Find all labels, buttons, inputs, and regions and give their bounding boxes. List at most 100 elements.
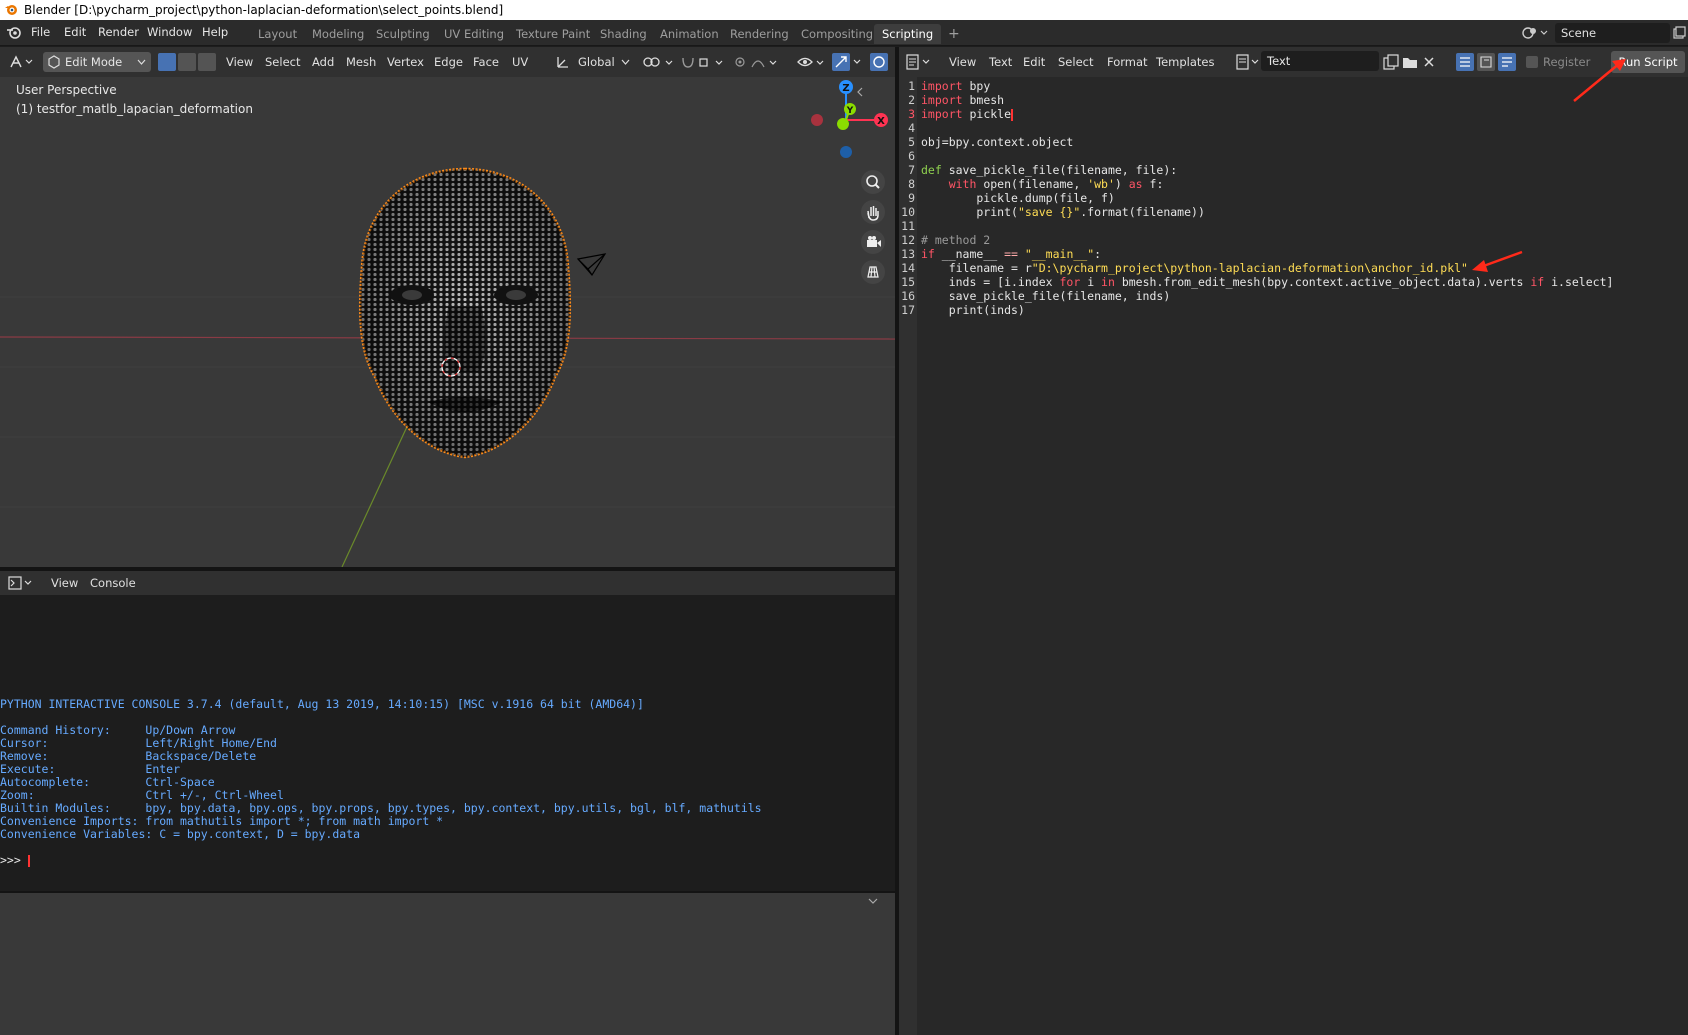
editor-type-icon[interactable]	[8, 54, 36, 70]
new-scene-icon[interactable]	[1673, 26, 1686, 39]
mode-dropdown[interactable]: Edit Mode	[43, 52, 151, 72]
viewport-menu-mesh[interactable]: Mesh	[342, 52, 380, 72]
pan-hand-icon[interactable]	[860, 199, 886, 225]
tab-animation[interactable]: Animation	[652, 24, 727, 44]
code-line-1: import bpy	[921, 79, 991, 93]
menu-help[interactable]: Help	[202, 25, 228, 39]
menu-edit[interactable]: Edit	[64, 25, 86, 39]
gizmo-toggle-icon[interactable]	[832, 53, 866, 71]
close-icon[interactable]	[1422, 55, 1436, 69]
chevron-down-icon	[137, 59, 146, 65]
console-editor-type-icon[interactable]	[8, 576, 34, 590]
viewport-menu-add[interactable]: Add	[308, 52, 338, 72]
empty-editor-area[interactable]	[0, 893, 895, 1035]
tab-rendering[interactable]: Rendering	[722, 24, 797, 44]
editor-menu-view[interactable]: View	[945, 52, 980, 72]
zoom-icon[interactable]	[860, 169, 886, 195]
orientation-dropdown[interactable]: Global	[574, 52, 619, 72]
scene-name-field[interactable]: Scene	[1555, 23, 1670, 43]
blender-logo-icon	[5, 5, 17, 15]
visibility-icon[interactable]	[797, 55, 827, 69]
register-checkbox[interactable]	[1526, 56, 1538, 68]
editor-menu-text[interactable]: Text	[985, 52, 1016, 72]
tab-shading[interactable]: Shading	[592, 24, 655, 44]
gizmo-z-label: Z	[842, 83, 849, 94]
console-line: Convenience Variables: C = bpy.context, …	[0, 827, 361, 841]
menu-window[interactable]: Window	[147, 25, 192, 39]
snap-icon[interactable]	[680, 55, 728, 69]
gizmo-y-label: Y	[846, 106, 854, 116]
text-editor[interactable]: View Text Edit Select Format Templates R…	[899, 47, 1688, 1035]
menu-render[interactable]: Render	[98, 25, 139, 39]
pivot-point-icon[interactable]	[642, 55, 676, 69]
text-name-field[interactable]: Text	[1261, 51, 1379, 71]
window-titlebar: Blender [D:\pycharm_project\python-lapla…	[0, 0, 1688, 20]
console-prompt[interactable]: >>>	[0, 853, 30, 867]
code-line-5: obj=bpy.context.object	[921, 135, 1074, 149]
editor-menu-select[interactable]: Select	[1054, 52, 1097, 72]
code-line-8: with open(filename, 'wb') as f:	[948, 177, 1164, 191]
open-folder-icon[interactable]	[1402, 54, 1418, 70]
3d-viewport[interactable]: Edit Mode View Select Add Mesh Vertex Ed…	[0, 47, 895, 567]
viewport-menu-edge[interactable]: Edge	[430, 52, 467, 72]
tab-layout[interactable]: Layout	[250, 24, 305, 44]
top-bar: File Edit Render Window Help Layout Mode…	[0, 20, 1688, 46]
chevron-down-icon[interactable]	[621, 58, 630, 66]
face-select-button[interactable]	[198, 53, 216, 71]
chevron-down-icon[interactable]	[868, 897, 878, 905]
mode-label: Edit Mode	[65, 55, 123, 69]
code-line-14: filename = r"D:\pycharm_project\python-l…	[921, 261, 1468, 275]
camera-view-icon[interactable]	[860, 229, 886, 255]
view-toggle-icons[interactable]	[1456, 53, 1518, 71]
console-banner: PYTHON INTERACTIVE CONSOLE 3.7.4 (defaul…	[0, 697, 644, 711]
overlay-toggle-icon[interactable]	[870, 53, 888, 71]
code-line-7: def save_pickle_file(filename, file):	[921, 163, 1178, 177]
viewport-menu-view[interactable]: View	[222, 52, 257, 72]
viewport-menu-uv[interactable]: UV	[508, 52, 532, 72]
text-editor-type-icon[interactable]	[905, 54, 933, 70]
viewport-menu-face[interactable]: Face	[469, 52, 503, 72]
editor-menu-edit[interactable]: Edit	[1019, 52, 1049, 72]
console-line: Remove: Backspace/Delete	[0, 749, 257, 763]
proportional-editing-icon[interactable]	[734, 55, 782, 69]
console-line: Convenience Imports: from mathutils impo…	[0, 814, 444, 828]
code-line-10: print("save {}".format(filename))	[921, 205, 1205, 219]
viewport-header: Edit Mode View Select Add Mesh Vertex Ed…	[0, 47, 895, 77]
code-line-16: save_pickle_file(filename, inds)	[921, 289, 1171, 303]
console-menu-view[interactable]: View	[47, 573, 82, 593]
menu-file[interactable]: File	[31, 25, 50, 39]
scene-selector-icon[interactable]	[1522, 25, 1550, 41]
code-line-9: pickle.dump(file, f)	[921, 191, 1115, 205]
code-area[interactable]: import bpy import bmesh import pickle ob…	[899, 77, 1688, 337]
text-cursor	[1011, 108, 1014, 121]
editor-menu-templates[interactable]: Templates	[1152, 52, 1218, 72]
new-text-icon[interactable]	[1383, 54, 1399, 70]
tab-texture-paint[interactable]: Texture Paint	[508, 24, 598, 44]
tab-sculpting[interactable]: Sculpting	[368, 24, 438, 44]
vertex-select-button[interactable]	[158, 53, 176, 71]
python-console[interactable]: View Console PYTHON INTERACTIVE CONSOLE …	[0, 571, 895, 891]
blender-menu-icon[interactable]	[6, 26, 22, 40]
tab-compositing[interactable]: Compositing	[793, 24, 881, 44]
orthographic-grid-icon[interactable]	[860, 259, 886, 285]
text-datablock-icon[interactable]	[1235, 54, 1261, 70]
prompt-label: >>>	[0, 853, 28, 867]
gizmo-x-label: X	[877, 116, 885, 127]
editor-menu-format[interactable]: Format	[1103, 52, 1152, 72]
console-menu-console[interactable]: Console	[86, 573, 140, 593]
console-line: Execute: Enter	[0, 762, 181, 776]
viewport-menu-select[interactable]: Select	[261, 52, 304, 72]
face-mesh	[358, 167, 572, 459]
tab-uv-editing[interactable]: UV Editing	[436, 24, 512, 44]
edge-select-button[interactable]	[178, 53, 196, 71]
add-workspace-button[interactable]: +	[940, 24, 968, 44]
console-line: Builtin Modules: bpy, bpy.data, bpy.ops,…	[0, 801, 762, 815]
tab-scripting[interactable]: Scripting	[874, 24, 942, 44]
viewport-menu-vertex[interactable]: Vertex	[383, 52, 428, 72]
tab-modeling[interactable]: Modeling	[304, 24, 372, 44]
annotation-arrow-icon	[1472, 250, 1523, 272]
console-header: View Console	[0, 571, 895, 595]
window-title: Blender [D:\pycharm_project\python-lapla…	[24, 3, 504, 17]
camera-object	[576, 253, 607, 277]
collapse-sidebar-icon[interactable]	[856, 87, 864, 97]
